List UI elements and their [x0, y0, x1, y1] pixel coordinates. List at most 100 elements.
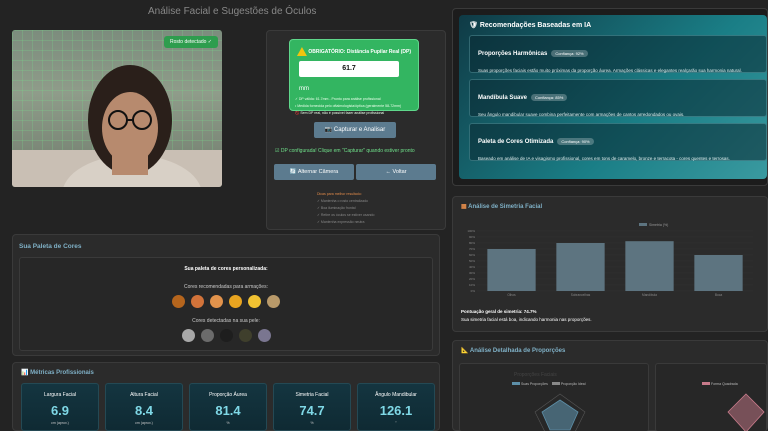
metric-value: 81.4 [215, 403, 241, 418]
dp-note-source: • Medida fornecida pelo oftalmologista/ó… [295, 104, 402, 108]
ai-card: Mandíbula Suave Confiança: 85% Seu ângulo… [469, 79, 767, 117]
color-swatch [210, 295, 223, 308]
switch-camera-label: Alternar Câmera [297, 169, 339, 175]
y-tick-label: 40% [469, 265, 475, 269]
capture-button[interactable]: 📷 Capturar e Analisar [314, 122, 396, 138]
proportion-legend: Suas Proporções Proporção Ideal [512, 382, 586, 386]
x-tick-label: Mandíbula [642, 293, 657, 297]
y-tick-label: 70% [469, 247, 475, 251]
back-button[interactable]: ← Voltar [356, 164, 436, 180]
metric-card: Largura Facial 6.9 cm (aprox.) [21, 383, 99, 431]
dp-note-warning: 🚫 Sem DP real, não é possível fazer anál… [295, 111, 385, 115]
dp-title: OBRIGATÓRIO: Distância Pupilar Real (DP) [308, 48, 412, 55]
color-swatch [200, 329, 214, 342]
y-tick-label: 80% [469, 241, 475, 245]
metric-card: Simetria Facial 74.7 % [273, 383, 351, 431]
dp-panel: OBRIGATÓRIO: Distância Pupilar Real (DP)… [266, 30, 446, 230]
color-swatch [219, 329, 233, 342]
warning-icon [296, 47, 307, 56]
metrics-title: Métricas Profissionais [30, 370, 94, 376]
metric-card: Proporção Áurea 81.4 % [189, 383, 267, 431]
bar [694, 255, 743, 291]
y-tick-label: 50% [469, 259, 475, 263]
ai-card-text: Baseado em análise de IA e visagismo pro… [478, 156, 730, 161]
metric-value: 126.1 [379, 403, 413, 418]
color-swatch [181, 329, 195, 342]
radar-chart [534, 393, 586, 431]
bar [625, 241, 674, 291]
metric-label: Proporção Áurea [209, 392, 247, 398]
switch-camera-icon: 🔄 [289, 169, 298, 175]
bar [487, 249, 536, 291]
camera-icon: 📷 [324, 127, 334, 133]
x-tick-label: Olhos [507, 293, 516, 297]
metric-card: Altura Facial 8.4 cm (aprox.) [105, 383, 183, 431]
legend-item: Forma Quadrada [710, 382, 738, 386]
metric-unit: cm (aprox.) [51, 421, 69, 425]
proportion-title: Análise Detalhada de Proporções [469, 348, 566, 354]
frame-colors-label: Cores recomendadas para armações: [184, 284, 268, 290]
dp-status: ☑ DP configurada! Clique em "Capturar" q… [275, 148, 415, 154]
ai-card-text: Seu ângulo mandibular suave combina perf… [478, 112, 685, 117]
frame-swatches [20, 295, 432, 313]
metric-label: Largura Facial [44, 392, 76, 398]
palette-title: Sua Paleta de Cores [19, 243, 82, 250]
confidence-badge: Confiança: 85% [531, 94, 568, 101]
ruler-icon: 📐 [461, 348, 470, 354]
capture-button-label: Capturar e Analisar [333, 127, 386, 133]
metric-label: Ângulo Mandibular [375, 392, 417, 398]
skin-swatches [20, 329, 432, 347]
dp-card: OBRIGATÓRIO: Distância Pupilar Real (DP)… [289, 39, 419, 115]
color-swatch [248, 295, 261, 308]
y-tick-label: 0% [471, 289, 476, 293]
dp-input[interactable]: 61.7 [299, 61, 399, 77]
legend-swatch [639, 223, 647, 226]
y-tick-label: 20% [469, 277, 475, 281]
palette-subtitle: Sua paleta de cores personalizada: [184, 266, 268, 272]
x-tick-label: Boca [715, 293, 722, 297]
metrics-panel: 📊 Métricas Profissionais Largura Facial … [12, 362, 440, 431]
ai-card-title: Mandíbula Suave [478, 95, 528, 101]
dp-status-text: DP configurada! Clique em "Capturar" qua… [280, 148, 415, 154]
ai-card-title: Proporções Harmônicas [478, 51, 548, 57]
metrics-icon: 📊 [21, 370, 31, 376]
shape-chart-box: Forma Quadrada [655, 363, 767, 431]
proportion-panel: 📐 Análise Detalhada de Proporções Propor… [452, 340, 768, 431]
ai-card: Paleta de Cores Otimizada Confiança: 90% … [469, 123, 767, 161]
x-tick-label: Sobrancelhas [571, 293, 591, 297]
palette-box: Sua paleta de cores personalizada: Cores… [19, 257, 433, 351]
metric-unit: cm (aprox.) [135, 421, 153, 425]
face-image [12, 65, 222, 187]
confidence-badge: Confiança: 92% [551, 50, 588, 57]
y-tick-label: 100% [467, 229, 475, 233]
legend-item: Proporção Ideal [560, 382, 586, 386]
shape-chart [727, 393, 765, 431]
tips-list: Dicas para melhor resultado: ✓ Mantenha … [317, 191, 374, 226]
confidence-badge: Confiança: 90% [557, 138, 594, 145]
metric-unit: % [226, 421, 230, 425]
shape-legend: Forma Quadrada [702, 382, 738, 386]
symmetry-panel: ▦ Análise de Simetria Facial Simetria (%… [452, 196, 768, 332]
tip-item: ✓ Mantenha o rosto centralizado [317, 199, 368, 203]
switch-camera-button[interactable]: 🔄 Alternar Câmera [274, 164, 354, 180]
metric-value: 74.7 [299, 403, 325, 418]
ai-heading: Recomendações Baseadas em IA [479, 22, 592, 29]
tip-item: ✓ Retire os óculos se estiver usando [317, 213, 375, 217]
metric-card: Ângulo Mandibular 126.1 ° [357, 383, 435, 431]
face-detected-badge: Rosto detectado ✓ [164, 36, 218, 48]
y-tick-label: 90% [469, 235, 475, 239]
camera-preview: Rosto detectado ✓ [12, 30, 222, 187]
symmetry-comment: Sua simetria facial está boa, indicando … [461, 317, 592, 322]
proportion-chart-box: Proporções Faciais Suas Proporções Propo… [459, 363, 649, 431]
tip-item: Dicas para melhor resultado: [317, 192, 362, 196]
legend-label: Simetria (%) [649, 223, 668, 227]
y-tick-label: 30% [469, 271, 475, 275]
ai-panel: 🛡 Recomendações Baseadas em IA Proporçõe… [452, 8, 768, 186]
color-swatch [238, 329, 252, 342]
ai-card-text: Suas proporções faciais estão muito próx… [478, 68, 742, 73]
metric-value: 6.9 [50, 403, 70, 418]
dp-unit: mm [299, 86, 309, 92]
symmetry-title: Análise de Simetria Facial [468, 204, 543, 210]
legend-item: Suas Proporções [520, 382, 548, 386]
color-swatch [191, 295, 204, 308]
